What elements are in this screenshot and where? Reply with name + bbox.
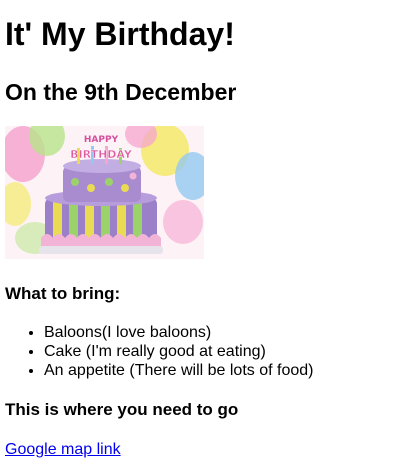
- cake-topper-line-1: HAPPY: [84, 135, 119, 145]
- list-item: An appetite (There will be lots of food): [44, 361, 313, 380]
- page-title: It' My Birthday!: [5, 16, 235, 52]
- date-heading: On the 9th December: [5, 79, 237, 105]
- what-to-bring-heading: What to bring:: [5, 284, 121, 303]
- where-to-go-heading: This is where you need to go: [5, 400, 239, 419]
- birthday-cake-image: HAPPY BIRTHDAY: [5, 126, 204, 259]
- google-map-link[interactable]: Google map link: [5, 440, 121, 459]
- cake-topper-line-2: BIRTHDAY: [70, 148, 133, 161]
- list-item: Baloons(I love baloons): [44, 323, 313, 342]
- bring-list: Baloons(I love baloons) Cake (I'm really…: [0, 323, 313, 380]
- list-item: Cake (I'm really good at eating): [44, 342, 313, 361]
- page: It' My Birthday! On the 9th December HAP…: [0, 0, 401, 470]
